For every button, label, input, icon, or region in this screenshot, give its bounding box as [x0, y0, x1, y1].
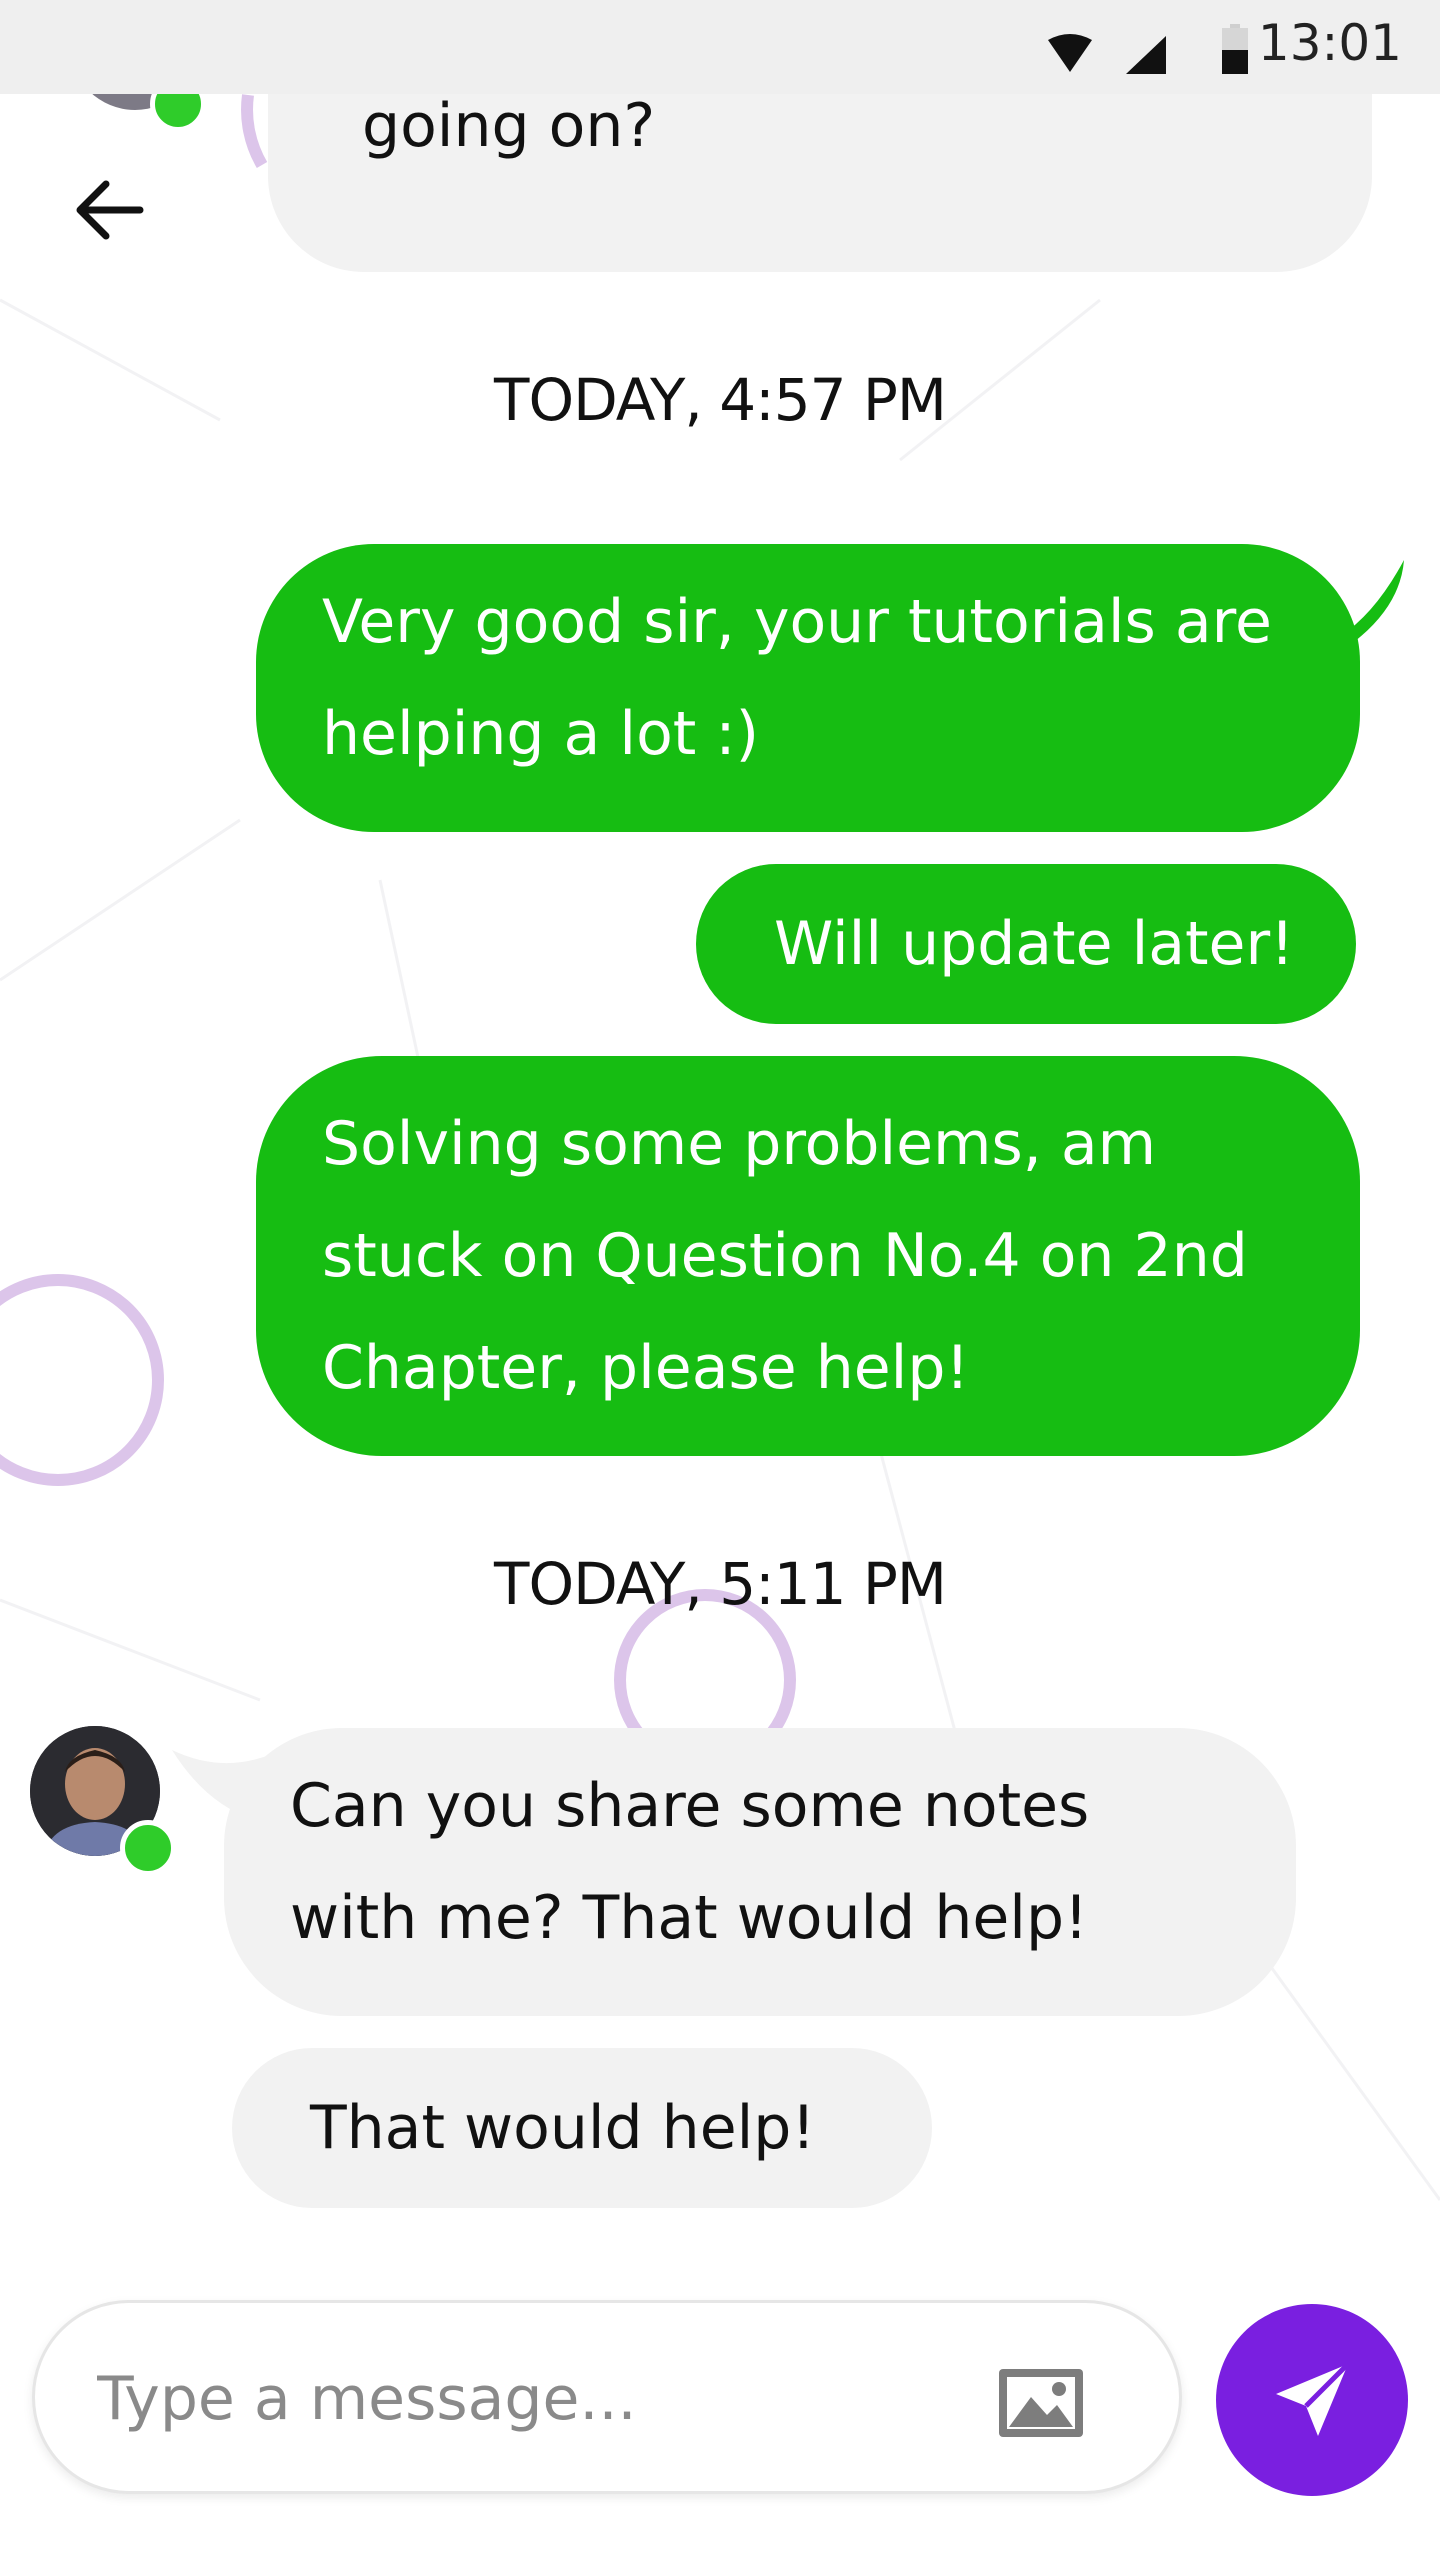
message-text: That would help! — [310, 2093, 816, 2163]
image-icon — [999, 2369, 1083, 2437]
message-input[interactable] — [95, 2343, 979, 2455]
arrow-left-icon — [76, 180, 144, 240]
message-text: Very good sir, your tutorials are — [322, 587, 1272, 657]
wifi-icon — [1048, 34, 1092, 72]
message-bubble-outgoing: Will update later! — [696, 864, 1356, 1024]
message-text: Chapter, please help! — [322, 1333, 970, 1403]
message-text: Solving some problems, am — [322, 1109, 1157, 1179]
message-text: Will update later! — [774, 909, 1295, 979]
message-bubble-outgoing: Solving some problems, am stuck on Quest… — [256, 1056, 1360, 1456]
status-time: 13:01 — [1257, 14, 1402, 72]
send-button[interactable] — [1216, 2304, 1408, 2496]
message-bubble-incoming: Can you share some notes with me? That w… — [224, 1728, 1296, 2016]
timestamp: TODAY, 5:11 PM — [494, 1550, 947, 1618]
back-button[interactable] — [70, 170, 150, 250]
timestamp: TODAY, 4:57 PM — [494, 366, 947, 434]
attach-image-button[interactable] — [997, 2367, 1085, 2439]
message-text: with me? That would help! — [290, 1883, 1089, 1953]
message-text: stuck on Question No.4 on 2nd — [322, 1221, 1248, 1291]
message-text: helping a lot :) — [322, 699, 759, 769]
battery-icon — [1222, 24, 1248, 74]
status-bar: 13:01 — [0, 0, 1440, 94]
signal-icon — [1126, 36, 1166, 74]
message-bubble-incoming: That would help! — [232, 2048, 932, 2208]
message-composer — [32, 2300, 1182, 2494]
send-icon — [1276, 2362, 1350, 2436]
online-indicator — [120, 1820, 176, 1876]
message-bubble-outgoing: Very good sir, your tutorials are helpin… — [256, 544, 1360, 832]
message-text: Can you share some notes — [290, 1771, 1090, 1841]
